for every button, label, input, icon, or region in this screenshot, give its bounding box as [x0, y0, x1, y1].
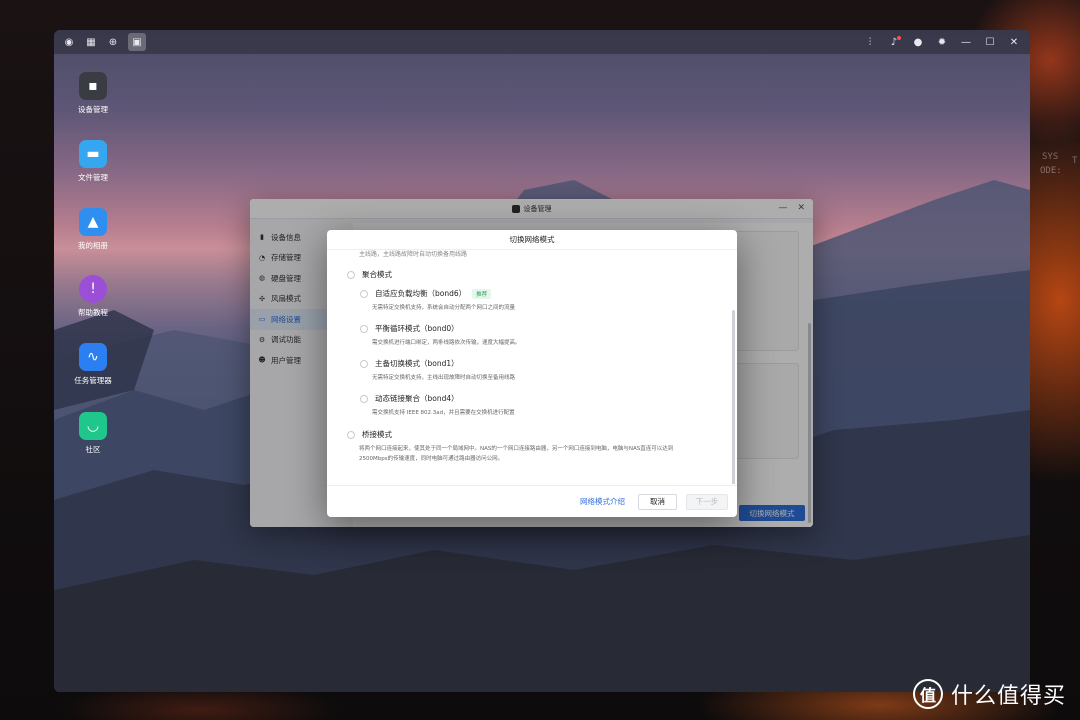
window-icon[interactable]: ▣ — [128, 33, 146, 51]
switch-network-mode-dialog: 切换网络模式 主线路，主线路故障时自动切换备用线路 聚合模式 自适应负载均衡（b… — [327, 230, 737, 517]
globe-icon[interactable]: ⊕ — [106, 35, 120, 49]
scrollbar[interactable] — [732, 310, 735, 484]
radio-bridge-mode[interactable]: 桥接模式 — [347, 429, 392, 440]
desktop-icon-label: 帮助教程 — [78, 308, 108, 317]
maximize-icon[interactable]: ☐ — [982, 35, 998, 49]
desktop-icon-help[interactable]: ! 帮助教程 — [58, 275, 128, 318]
option-description: 需交换机进行端口绑定，两条线路依次传输，速度大幅提高。 — [372, 340, 521, 346]
desktop-icon-photos[interactable]: ▲ 我的相册 — [58, 208, 128, 251]
option-description: 无需特定交换机支持，主线出现故障时自动切换至备用线路 — [372, 375, 516, 381]
desktop-icon-community[interactable]: ◡ 社区 — [58, 412, 128, 455]
chat-icon: ◡ — [79, 412, 107, 440]
deco-label-t: T — [1072, 156, 1078, 166]
minimize-icon[interactable]: — — [958, 35, 974, 49]
help-icon: ! — [79, 275, 107, 303]
apps-grid-icon[interactable]: ▦ — [84, 35, 98, 49]
radio-button[interactable] — [360, 324, 368, 333]
desktop-icon-label: 任务管理器 — [74, 376, 112, 385]
recommended-badge: 推荐 — [472, 288, 492, 299]
radio-bond6[interactable]: 自适应负载均衡（bond6） 推荐 — [360, 288, 492, 299]
desktop-icon-label: 设备管理 — [78, 105, 108, 114]
option-label: 动态链接聚合（bond4） — [375, 394, 459, 403]
dialog-title: 切换网络模式 — [327, 230, 737, 250]
deco-label-sys: SYS — [1042, 152, 1059, 162]
equalizer-icon[interactable]: ⫶ — [862, 35, 878, 49]
option-label: 自适应负载均衡（bond6） — [375, 289, 467, 298]
radio-bond4[interactable]: 动态链接聚合（bond4） — [360, 393, 459, 404]
radio-button[interactable] — [360, 289, 368, 298]
close-icon[interactable]: ✕ — [1006, 35, 1022, 49]
dialog-body: 主线路，主线路故障时自动切换备用线路 聚合模式 自适应负载均衡（bond6） 推… — [327, 250, 737, 484]
radio-bond1[interactable]: 主备切换模式（bond1） — [360, 358, 459, 369]
desktop-icon-label: 文件管理 — [78, 173, 108, 182]
desktop-icon-device-manager[interactable]: ▪ 设备管理 — [58, 72, 128, 115]
option-description: 需交换机支持 IEEE 802.3ad，并且需要在交换机进行配置 — [372, 410, 515, 416]
option-description: 将两个网口连接起来，使其处于同一个局域网中。NAS的一个网口连接路由器，另一个网… — [359, 446, 674, 452]
deco-label-ode: ODE: — [1040, 166, 1062, 176]
watermark-text: 什么值得买 — [950, 684, 1066, 709]
network-mode-intro-link[interactable]: 网络模式介绍 — [580, 496, 625, 507]
gear-icon[interactable]: ✹ — [934, 35, 950, 49]
photo-icon: ▲ — [79, 208, 107, 236]
radio-bond0[interactable]: 平衡循环模式（bond0） — [360, 323, 459, 334]
watermark-logo-icon: 值 — [912, 679, 943, 709]
device-icon: ▪ — [79, 72, 107, 100]
desktop-icon-label: 社区 — [85, 445, 101, 454]
cancel-button[interactable]: 取消 — [638, 493, 677, 510]
option-label: 主备切换模式（bond1） — [375, 359, 459, 368]
next-button[interactable]: 下一步 — [686, 493, 728, 510]
watermark: 值 什么值得买 — [912, 678, 1066, 710]
folder-icon: ▬ — [79, 140, 107, 168]
cut-off-text: 主线路，主线路故障时自动切换备用线路 — [359, 251, 468, 258]
option-description: 2500Mbps的传输速度，同时电脑可通过路由器访问公网。 — [359, 456, 504, 462]
option-label: 平衡循环模式（bond0） — [375, 324, 459, 333]
radio-button[interactable] — [347, 430, 355, 439]
option-description: 无需特定交换机支持，系统会自动分配两个网口之间的流量 — [372, 305, 516, 311]
desktop-icon-label: 我的相册 — [78, 241, 108, 250]
radio-button[interactable] — [360, 359, 368, 368]
system-top-bar: ◉ ▦ ⊕ ▣ ⫶ ♪ ● ✹ — ☐ ✕ — [54, 30, 1030, 54]
radio-aggregate-mode[interactable]: 聚合模式 — [347, 269, 392, 280]
desktop-icon-task-manager[interactable]: ∿ 任务管理器 — [58, 343, 128, 386]
option-label: 桥接模式 — [362, 430, 392, 439]
radio-button[interactable] — [347, 270, 355, 279]
option-label: 聚合模式 — [362, 270, 392, 279]
camera-icon[interactable]: ◉ — [62, 35, 76, 49]
desktop-icon-file-manager[interactable]: ▬ 文件管理 — [58, 140, 128, 183]
radio-button[interactable] — [360, 394, 368, 403]
user-icon[interactable]: ● — [910, 35, 926, 49]
dialog-footer: 网络模式介绍 取消 下一步 — [327, 485, 737, 517]
monitor-icon: ∿ — [79, 343, 107, 371]
bell-icon[interactable]: ♪ — [886, 35, 902, 49]
